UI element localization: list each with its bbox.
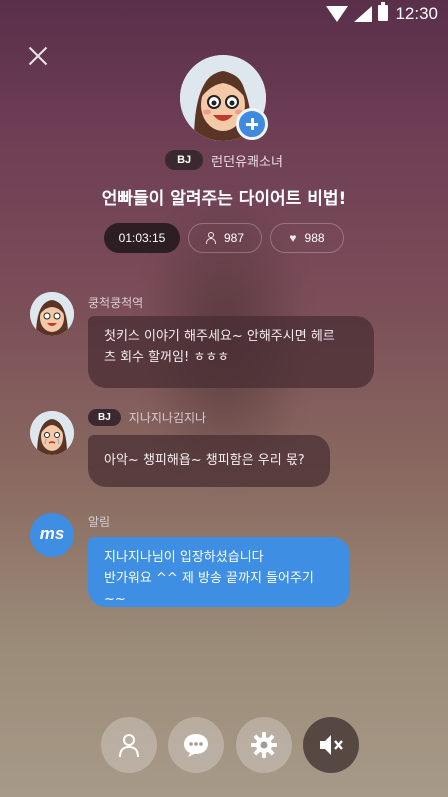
notice-bubble: 지나지나님이 입장하셨습니다 반가워요 ^^ 제 방송 끝까지 들어주기~~ [88,537,350,607]
user-avatar[interactable] [30,292,74,336]
bj-message-avatar[interactable] [30,411,74,455]
bj-name: 런던유쾌소녀 [211,154,283,170]
status-bar: 12:30 [0,0,448,30]
message-bubble: 첫키스 이야기 해주세요~ 안해주시면 헤르 츠 회수 할꺼임! ㅎㅎㅎ [88,316,374,388]
elapsed-time: 01:03:15 [118,231,166,245]
person-icon [119,734,139,758]
bottom-toolbar [101,717,359,773]
broadcast-title: 언빠들이 알려주는 다이어트 비법! [101,189,347,209]
chat-icon [184,734,209,757]
sender-name: 쿵척쿵척역 [88,296,144,310]
mute-button[interactable] [302,717,359,773]
gear-icon [250,732,277,758]
message-bubble: 아악~ 챙피해욥~ 챙피함은 우리 몫? [88,435,330,487]
message-header: 쿵척쿵척역 [88,294,143,311]
bj-row: BJ 런던유쾌소녀 [0,150,448,170]
notice-logo-text: ms [39,524,65,543]
chat-button[interactable] [168,717,225,773]
notice-avatar: ms [30,513,74,557]
heart-icon: ♥ [289,231,297,245]
sender-name: 지나지나김지나 [128,411,207,425]
message-header: BJ 지나지나김지나 [88,409,206,426]
bj-badge: BJ [165,150,204,170]
add-follow-button[interactable] [236,108,268,140]
close-icon[interactable] [24,42,52,70]
stats-row: 01:03:15 987 ♥ 988 [0,223,448,253]
viewers-pill[interactable]: 987 [188,223,262,253]
person-icon [205,232,216,244]
like-count: 988 [304,231,325,245]
elapsed-time-pill: 01:03:15 [104,223,180,253]
likes-pill[interactable]: ♥ 988 [270,223,344,253]
status-time: 12:30 [395,4,438,23]
signal-icon [354,6,372,22]
settings-button[interactable] [235,717,292,773]
wifi-icon [326,6,348,22]
mute-icon [319,735,343,755]
battery-icon [378,2,388,21]
bj-badge: BJ [88,409,121,426]
message-header: 알림 [88,513,110,530]
viewer-count: 987 [223,231,245,245]
viewer-list-button[interactable] [101,717,157,773]
sender-name: 알림 [88,515,111,529]
